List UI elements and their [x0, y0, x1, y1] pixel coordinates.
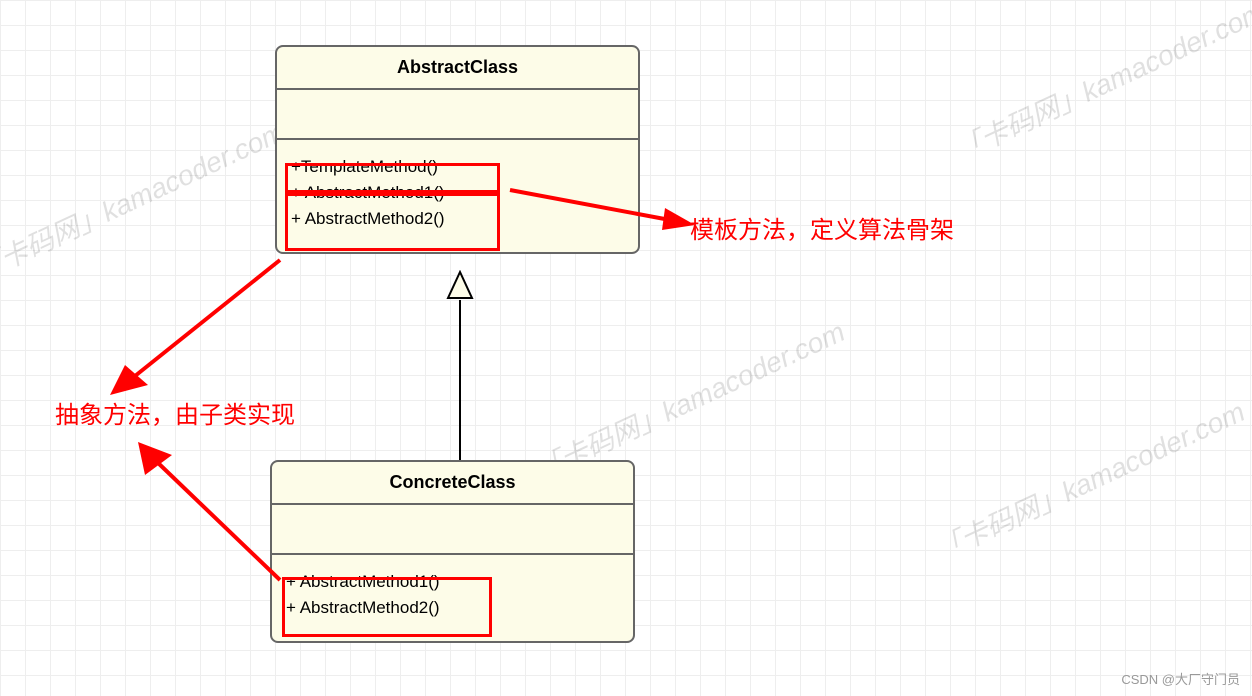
- concrete-class-attributes: [272, 505, 633, 555]
- concrete-class-methods: + AbstractMethod1() + AbstractMethod2(): [272, 555, 633, 641]
- uml-concrete-class: ConcreteClass + AbstractMethod1() + Abst…: [270, 460, 635, 643]
- annotation-abstract-method: 抽象方法，由子类实现: [55, 395, 295, 430]
- uml-abstract-class: AbstractClass +TemplateMethod() + Abstra…: [275, 45, 640, 254]
- method-abstract2: + AbstractMethod2(): [291, 206, 624, 232]
- concrete-class-title: ConcreteClass: [272, 462, 633, 505]
- method-abstract1: + AbstractMethod1(): [291, 180, 624, 206]
- abstract-class-attributes: [277, 90, 638, 140]
- abstract-class-methods: +TemplateMethod() + AbstractMethod1() + …: [277, 140, 638, 252]
- annotation-template-method: 模板方法，定义算法骨架: [690, 210, 954, 245]
- method-template: +TemplateMethod(): [291, 154, 624, 180]
- concrete-method1: + AbstractMethod1(): [286, 569, 619, 595]
- footer-credit: CSDN @大厂守门员: [1121, 669, 1240, 688]
- abstract-class-title: AbstractClass: [277, 47, 638, 90]
- concrete-method2: + AbstractMethod2(): [286, 595, 619, 621]
